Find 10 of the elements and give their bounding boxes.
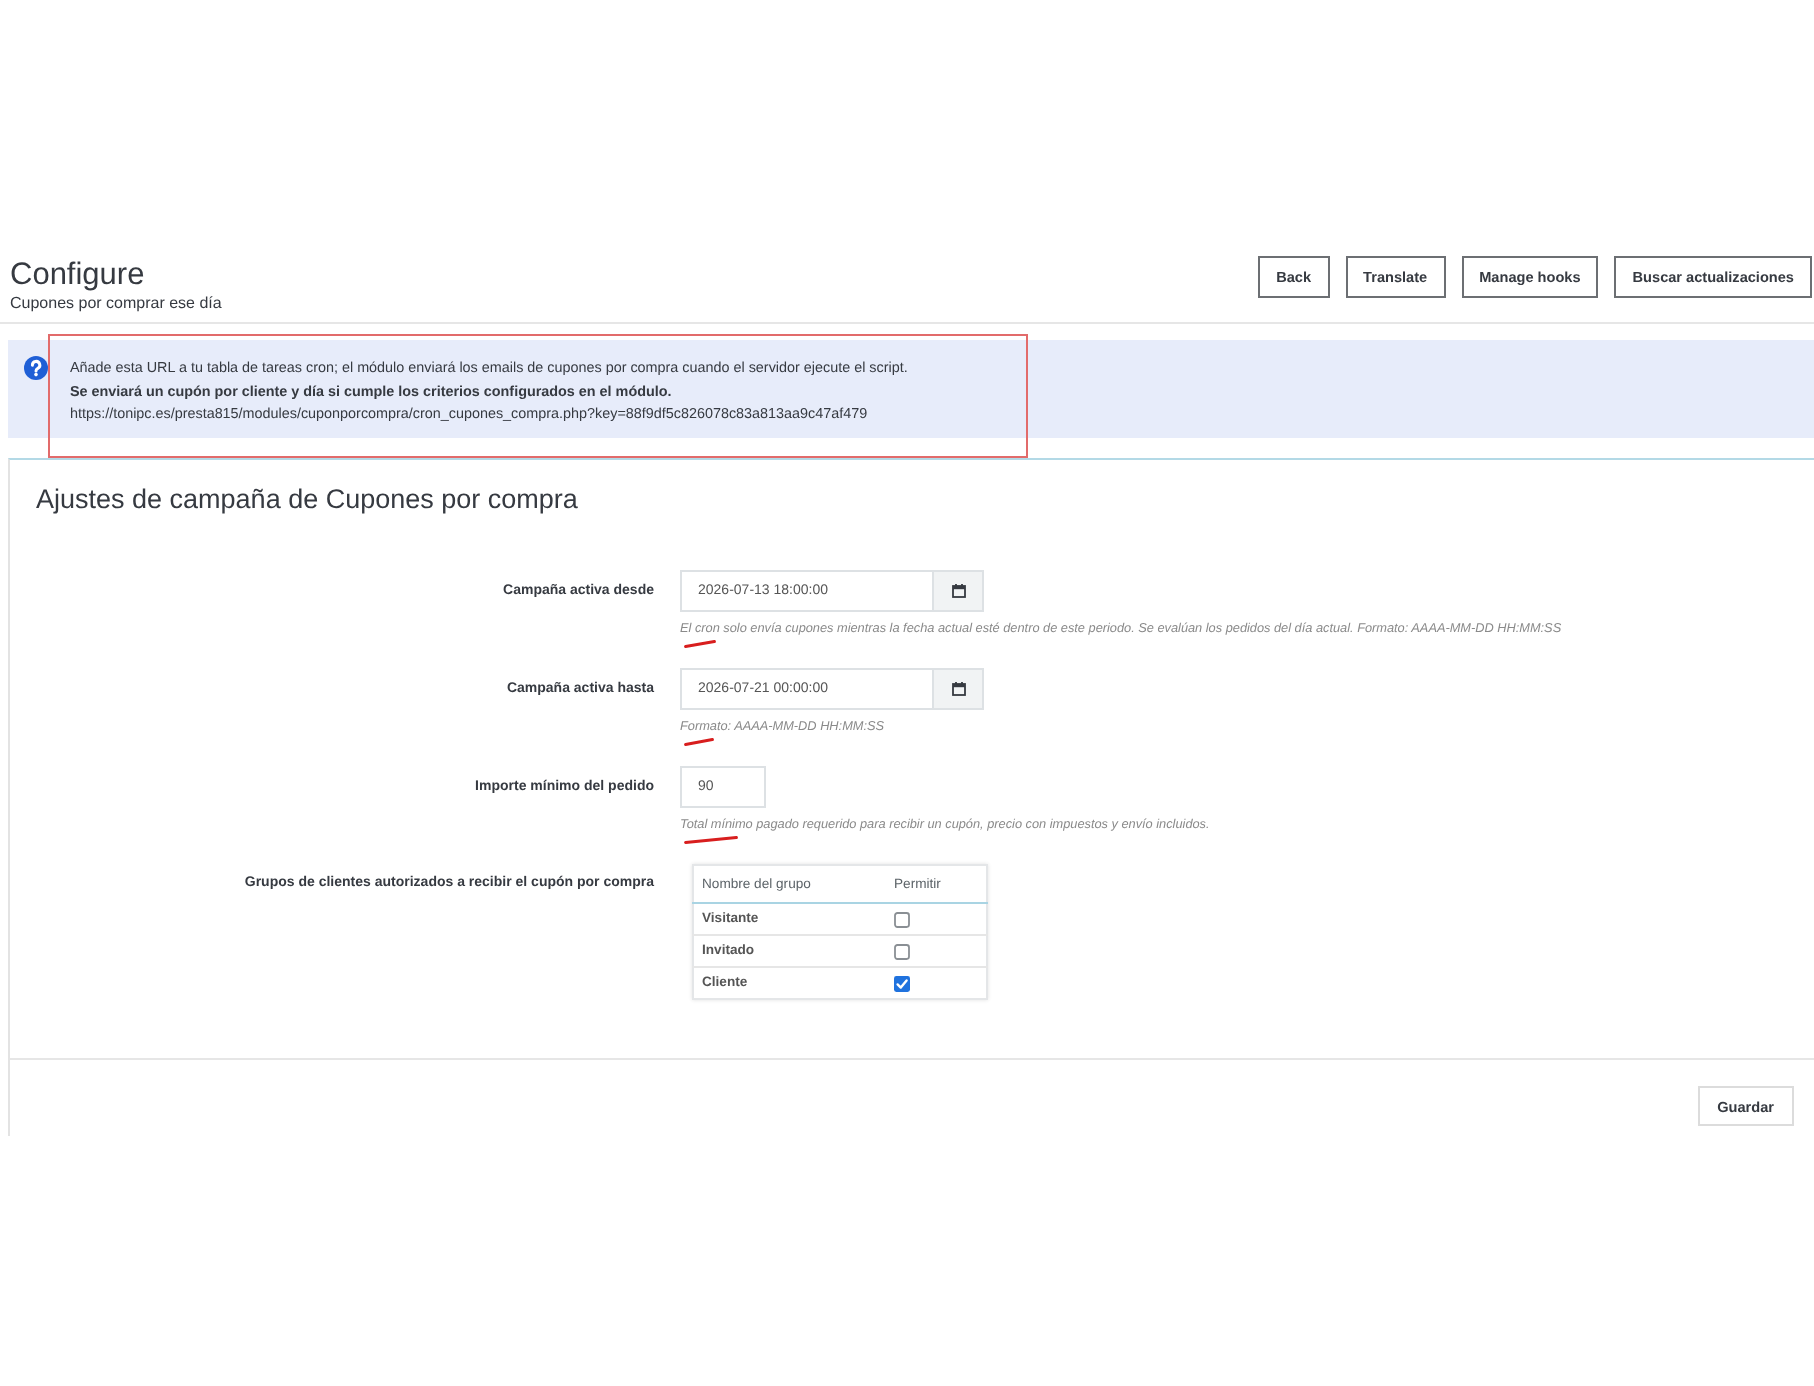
checkbox[interactable] (894, 943, 910, 959)
page-title: Configure (10, 258, 145, 294)
calendar-icon (951, 584, 965, 598)
calendar-button[interactable] (934, 570, 984, 612)
checkbox[interactable] (894, 911, 910, 927)
calendar-button[interactable] (934, 668, 984, 710)
panel-title: Ajustes de campaña de Cupones por compra (36, 484, 578, 516)
help-icon (24, 356, 48, 380)
calendar-icon (951, 682, 965, 696)
page-subtitle: Cupones por comprar ese día (10, 294, 222, 314)
